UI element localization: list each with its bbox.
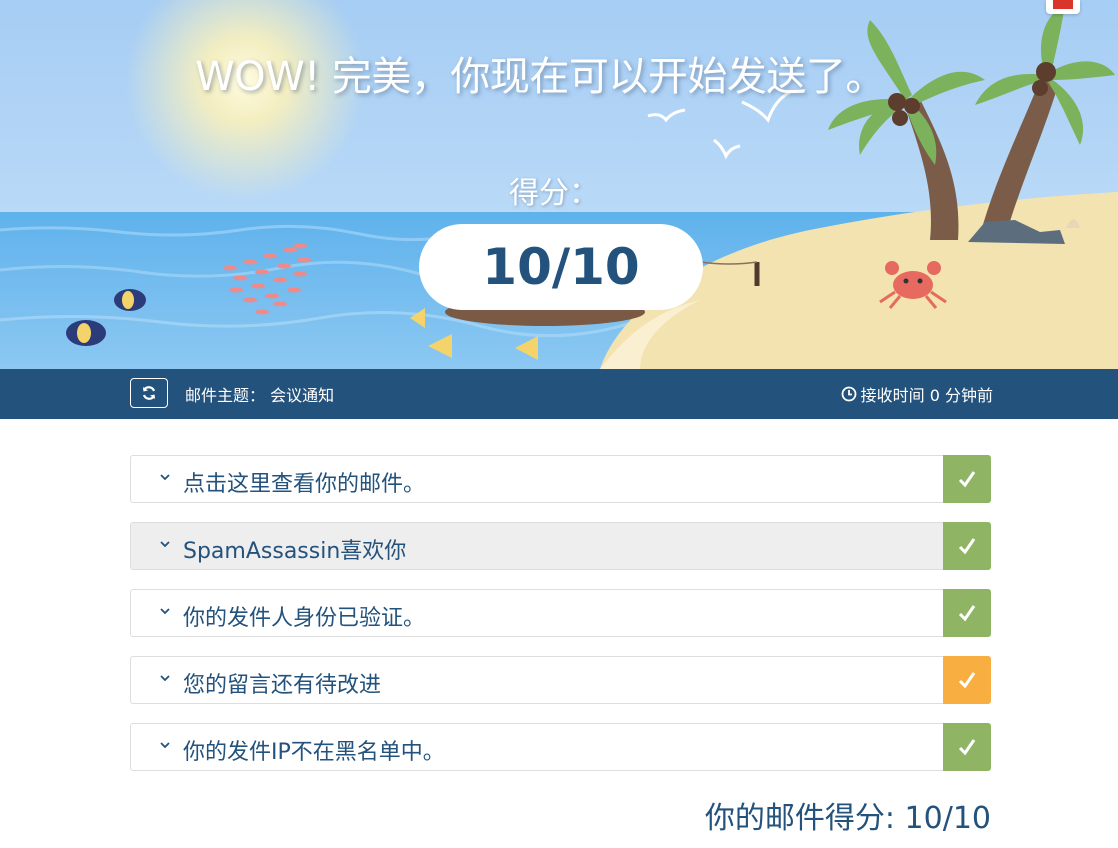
chevron-down-icon	[160, 742, 170, 749]
check-blacklist[interactable]: 你的发件IP不在黑名单中。	[130, 723, 991, 771]
hero-title: WOW! 完美，你现在可以开始发送了。	[195, 54, 885, 100]
total-score: 你的邮件得分: 10/10	[704, 801, 991, 836]
refresh-icon	[142, 386, 156, 400]
status-pass-badge	[943, 522, 991, 570]
status-pass-badge	[943, 723, 991, 771]
refresh-button[interactable]	[130, 378, 168, 408]
clock-icon	[841, 386, 857, 402]
score-badge: 10/10	[419, 224, 703, 310]
email-info-bar: 邮件主题： 会议通知 接收时间 0 分钟前	[0, 369, 1118, 419]
check-label: 您的留言还有待改进	[183, 673, 382, 698]
chevron-down-icon	[160, 608, 170, 615]
checkmark-icon	[958, 672, 976, 689]
language-flag-icon[interactable]	[1046, 0, 1080, 14]
checkmark-icon	[958, 739, 976, 756]
status-pass-badge	[943, 455, 991, 503]
check-view-email[interactable]: 点击这里查看你的邮件。	[130, 455, 991, 503]
subject-value: 会议通知	[270, 386, 335, 405]
checkmark-icon	[958, 605, 976, 622]
email-subject: 邮件主题： 会议通知	[185, 382, 334, 406]
subject-label: 邮件主题：	[185, 386, 266, 405]
chevron-down-icon	[160, 474, 170, 481]
chevron-down-icon	[160, 541, 170, 548]
received-text: 接收时间 0 分钟前	[860, 386, 993, 405]
chevron-down-icon	[160, 675, 170, 682]
score-label: 得分：	[509, 176, 599, 211]
check-label: SpamAssassin喜欢你	[183, 539, 407, 564]
check-label: 点击这里查看你的邮件。	[183, 472, 426, 497]
check-message-content[interactable]: 您的留言还有待改进	[130, 656, 991, 704]
check-list: 点击这里查看你的邮件。 SpamAssassin喜欢你 你的发件人身份已验证。 …	[130, 455, 991, 790]
received-time: 接收时间 0 分钟前	[841, 382, 993, 406]
status-pass-badge	[943, 589, 991, 637]
checkmark-icon	[958, 538, 976, 555]
hero-banner: WOW! 完美，你现在可以开始发送了。 得分： 10/10	[0, 0, 1118, 369]
check-spamassassin[interactable]: SpamAssassin喜欢你	[130, 522, 991, 570]
status-warning-badge	[943, 656, 991, 704]
check-label: 你的发件人身份已验证。	[183, 606, 426, 631]
check-sender-authenticated[interactable]: 你的发件人身份已验证。	[130, 589, 991, 637]
check-label: 你的发件IP不在黑名单中。	[183, 740, 445, 765]
checkmark-icon	[958, 471, 976, 488]
